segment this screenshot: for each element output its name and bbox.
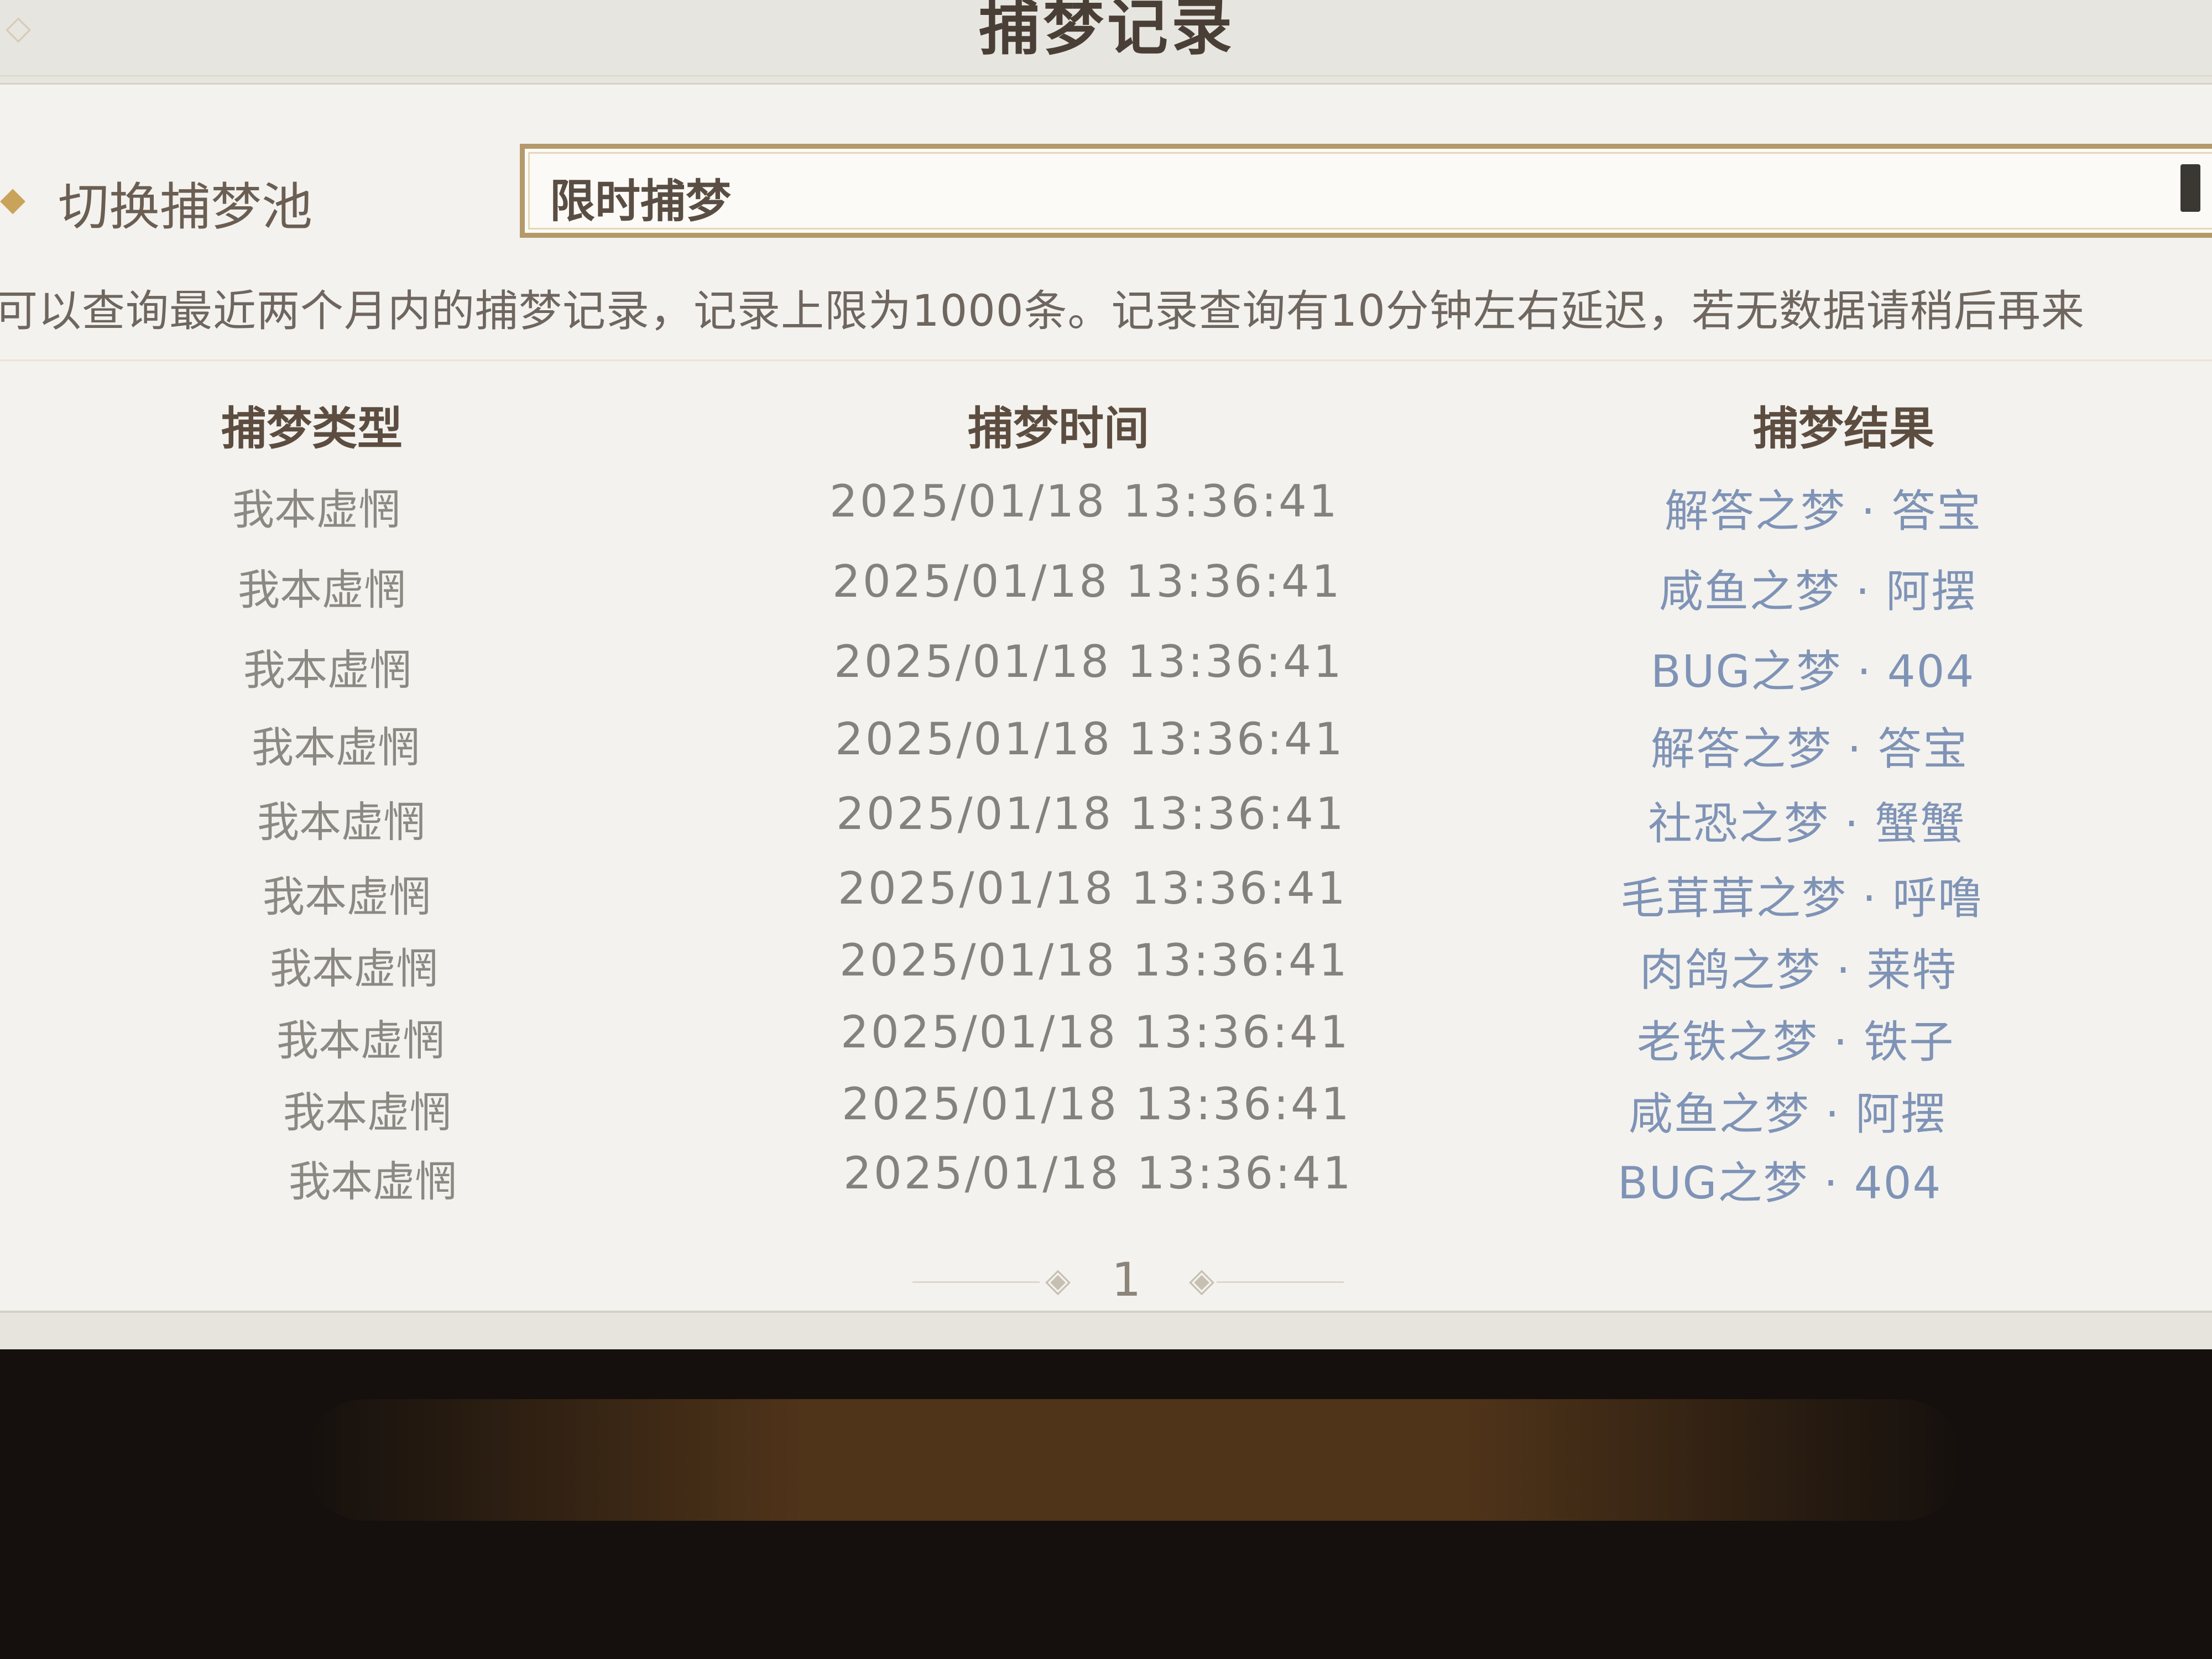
title-bar: ◇ 捕梦记录 — [0, 0, 2212, 85]
cell-result: 社恐之梦 · 蟹蟹 — [1648, 798, 1966, 849]
table-row: 我本虚惘 2025/01/18 13:36:41 肉鸽之梦 · 莱特 — [0, 935, 2212, 1009]
column-header-result: 捕梦结果 — [1753, 403, 1935, 455]
cell-time: 2025/01/18 13:36:41 — [839, 935, 1349, 986]
cell-time: 2025/01/18 13:36:41 — [830, 476, 1339, 527]
cell-time: 2025/01/18 13:36:41 — [842, 1078, 1352, 1130]
pool-select[interactable]: 限时捕梦 — [520, 144, 2212, 238]
cell-time: 2025/01/18 13:36:41 — [836, 788, 1346, 839]
table-row: 我本虚惘 2025/01/18 13:36:41 社恐之梦 · 蟹蟹 — [0, 788, 2212, 862]
column-header-type: 捕梦类型 — [221, 403, 403, 455]
table-row: 我本虚惘 2025/01/18 13:36:41 毛茸茸之梦 · 呼噜 — [0, 863, 2212, 937]
cell-type: 我本虚惘 — [270, 944, 438, 993]
cell-type: 我本虚惘 — [263, 872, 431, 921]
query-notice: 可以查询最近两个月内的捕梦记录，记录上限为1000条。记录查询有10分钟左右延迟… — [0, 286, 2085, 336]
table-row: 我本虚惘 2025/01/18 13:36:41 BUG之梦 · 404 — [0, 1147, 2212, 1222]
corner-ornament-icon: ◇ — [6, 8, 32, 47]
cell-time: 2025/01/18 13:36:41 — [834, 636, 1344, 687]
table-row: 我本虚惘 2025/01/18 13:36:41 BUG之梦 · 404 — [0, 636, 2212, 710]
pool-select-value: 限时捕梦 — [550, 175, 732, 228]
cell-type: 我本虚惘 — [252, 723, 420, 772]
cell-result: 咸鱼之梦 · 阿摆 — [1629, 1088, 1947, 1140]
screen: ◇ 捕梦记录 ◆ 切换捕梦池 限时捕梦 可以查询最近两个月内的捕梦记录，记录上限… — [0, 0, 2212, 1349]
table-row: 我本虚惘 2025/01/18 13:36:41 咸鱼之梦 · 阿摆 — [0, 1078, 2212, 1152]
cell-result: BUG之梦 · 404 — [1651, 646, 1975, 697]
pagination-current-page[interactable]: 1 — [1112, 1253, 1141, 1307]
cell-type: 我本虚惘 — [238, 565, 406, 614]
cell-time: 2025/01/18 13:36:41 — [835, 713, 1345, 765]
monitor-bezel-reflection — [304, 1399, 1963, 1521]
cell-type: 我本虚惘 — [232, 485, 400, 534]
cell-result: 老铁之梦 · 铁子 — [1637, 1016, 1955, 1068]
cell-type: 我本虚惘 — [257, 797, 425, 847]
cell-result: BUG之梦 · 404 — [1618, 1157, 1942, 1209]
diamond-ornament-icon: ◆ — [0, 180, 26, 218]
pagination-divider-right — [1217, 1281, 1344, 1283]
cell-time: 2025/01/18 13:36:41 — [841, 1006, 1350, 1058]
cell-result: 解答之梦 · 答宝 — [1651, 723, 1969, 775]
table-row: 我本虚惘 2025/01/18 13:36:41 解答之梦 · 答宝 — [0, 476, 2212, 550]
pool-switch-row: ◆ 切换捕梦池 限时捕梦 — [0, 133, 2212, 249]
table-row: 我本虚惘 2025/01/18 13:36:41 咸鱼之梦 · 阿摆 — [0, 556, 2212, 630]
table-header: 捕梦类型 捕梦时间 捕梦结果 — [0, 359, 2212, 455]
table-row: 我本虚惘 2025/01/18 13:36:41 老铁之梦 · 铁子 — [0, 1006, 2212, 1081]
table-row: 我本虚惘 2025/01/18 13:36:41 解答之梦 · 答宝 — [0, 713, 2212, 787]
pagination-prev-icon[interactable]: ◈ — [1045, 1261, 1071, 1300]
cell-type: 我本虚惘 — [276, 1016, 445, 1065]
window-bottom-edge — [0, 1311, 2212, 1349]
pagination-divider-left — [912, 1281, 1040, 1283]
cell-type: 我本虚惘 — [283, 1088, 451, 1137]
cell-type: 我本虚惘 — [243, 645, 411, 695]
cell-type: 我本虚惘 — [289, 1157, 457, 1206]
pool-switch-label: 切换捕梦池 — [58, 178, 313, 237]
column-header-time: 捕梦时间 — [968, 403, 1150, 455]
pagination: ◈ 1 ◈ — [912, 1253, 1344, 1313]
pagination-next-icon[interactable]: ◈ — [1189, 1261, 1214, 1300]
cell-time: 2025/01/18 13:36:41 — [843, 1147, 1353, 1199]
cell-result: 毛茸茸之梦 · 呼噜 — [1620, 873, 1984, 924]
cell-time: 2025/01/18 13:36:41 — [838, 863, 1348, 914]
dropdown-handle-icon[interactable] — [2180, 164, 2200, 212]
cell-result: 咸鱼之梦 · 阿摆 — [1659, 566, 1977, 617]
cell-result: 解答之梦 · 答宝 — [1665, 486, 1983, 537]
cell-time: 2025/01/18 13:36:41 — [832, 556, 1342, 607]
cell-result: 肉鸽之梦 · 莱特 — [1640, 945, 1958, 996]
page-title: 捕梦记录 — [979, 0, 1235, 63]
